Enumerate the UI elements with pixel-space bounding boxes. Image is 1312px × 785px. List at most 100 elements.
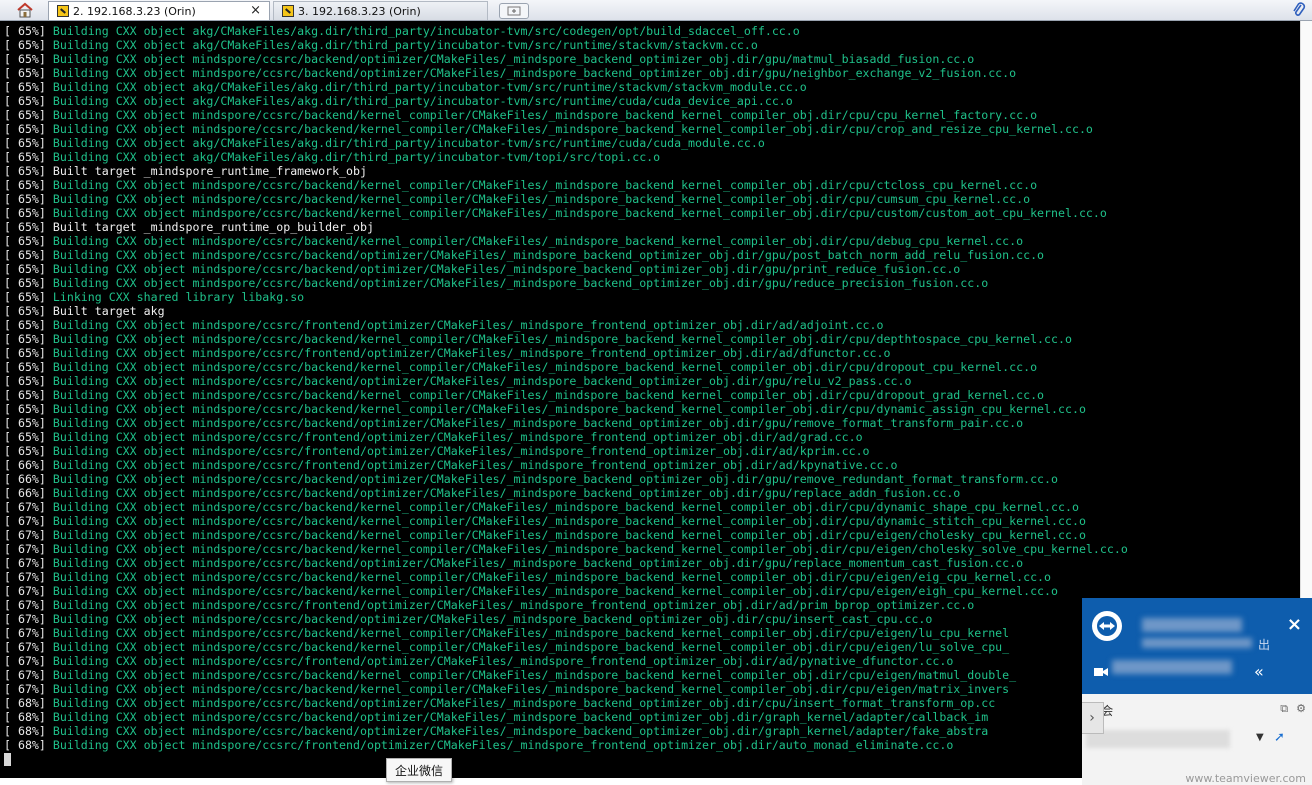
line-text: Building CXX object mindspore/ccsrc/back…: [52, 486, 961, 500]
progress-percent: [ 67%]: [4, 626, 46, 640]
progress-percent: [ 65%]: [4, 150, 46, 164]
terminal-line: [ 65%] Building CXX object mindspore/ccs…: [4, 416, 1128, 430]
progress-percent: [ 65%]: [4, 136, 46, 150]
line-text: Building CXX object mindspore/ccsrc/back…: [52, 570, 1052, 584]
tooltip-label: 企业微信: [395, 763, 444, 778]
tab-session-2[interactable]: 2. 192.168.3.23 (Orin) ×: [48, 1, 270, 20]
terminal-line: [ 67%] Building CXX object mindspore/ccs…: [4, 542, 1128, 556]
line-text: Building CXX object mindspore/ccsrc/back…: [52, 416, 1024, 430]
progress-percent: [ 67%]: [4, 570, 46, 584]
line-text: Building CXX object mindspore/ccsrc/back…: [52, 108, 1038, 122]
home-icon: [17, 2, 33, 18]
teamviewer-footer[interactable]: www.teamviewer.com: [1185, 772, 1306, 785]
terminal-line: [ 65%] Building CXX object mindspore/ccs…: [4, 318, 1128, 332]
line-text: Built target _mindspore_runtime_framewor…: [52, 164, 367, 178]
line-text: Building CXX object mindspore/ccsrc/back…: [52, 584, 1058, 598]
line-text: Building CXX object mindspore/ccsrc/back…: [52, 360, 1038, 374]
collapse-chevron-icon[interactable]: «: [1254, 662, 1264, 681]
terminal-line: [ 68%] Building CXX object mindspore/ccs…: [4, 738, 1128, 752]
progress-percent: [ 65%]: [4, 206, 46, 220]
new-tab-button[interactable]: [499, 3, 529, 19]
line-text: Building CXX object mindspore/ccsrc/back…: [52, 500, 1079, 514]
progress-percent: [ 65%]: [4, 332, 46, 346]
camera-icon[interactable]: [1094, 666, 1108, 680]
line-text: Building CXX object akg/CMakeFiles/akg.d…: [52, 80, 807, 94]
line-text: Building CXX object mindspore/ccsrc/back…: [52, 514, 1086, 528]
home-button[interactable]: [6, 1, 44, 19]
progress-percent: [ 65%]: [4, 388, 46, 402]
close-icon[interactable]: ×: [1287, 614, 1302, 635]
teamviewer-side-tab[interactable]: ›: [1082, 702, 1104, 734]
line-text: Building CXX object mindspore/ccsrc/fron…: [52, 430, 863, 444]
progress-percent: [ 66%]: [4, 472, 46, 486]
progress-percent: [ 67%]: [4, 542, 46, 556]
progress-percent: [ 65%]: [4, 178, 46, 192]
progress-percent: [ 65%]: [4, 94, 46, 108]
tab-label: 2. 192.168.3.23 (Orin): [73, 4, 196, 18]
progress-percent: [ 65%]: [4, 164, 46, 178]
line-text: Building CXX object mindspore/ccsrc/fron…: [52, 346, 891, 360]
line-text: Building CXX object mindspore/ccsrc/back…: [52, 472, 1058, 486]
progress-percent: [ 66%]: [4, 486, 46, 500]
progress-percent: [ 65%]: [4, 374, 46, 388]
terminal-line: [ 65%] Built target _mindspore_runtime_o…: [4, 220, 1128, 234]
terminal-line: [ 67%] Building CXX object mindspore/ccs…: [4, 556, 1128, 570]
progress-percent: [ 67%]: [4, 500, 46, 514]
progress-percent: [ 65%]: [4, 38, 46, 52]
terminal-line: [ 65%] Building CXX object akg/CMakeFile…: [4, 136, 1128, 150]
progress-percent: [ 65%]: [4, 108, 46, 122]
progress-percent: [ 65%]: [4, 318, 46, 332]
redacted-id: [1142, 638, 1252, 648]
terminal-line: [ 65%] Building CXX object akg/CMakeFile…: [4, 150, 1128, 164]
terminal-line: [ 65%] Building CXX object mindspore/ccs…: [4, 248, 1128, 262]
settings-icon[interactable]: ⚙: [1296, 702, 1306, 716]
pointer-icon[interactable]: ➚: [1274, 730, 1285, 745]
line-text: Building CXX object mindspore/ccsrc/back…: [52, 276, 989, 290]
line-text: Building CXX object akg/CMakeFiles/akg.d…: [52, 38, 758, 52]
terminal-line: [ 65%] Building CXX object mindspore/ccs…: [4, 346, 1128, 360]
line-text: Building CXX object mindspore/ccsrc/back…: [52, 192, 1031, 206]
teamviewer-body: ▼ 会 ⧉ ⚙ ▼ ➚ www.teamviewer.com: [1082, 694, 1312, 785]
terminal-line: [ 66%] Building CXX object mindspore/ccs…: [4, 458, 1128, 472]
terminal-line: [ 65%] Building CXX object mindspore/ccs…: [4, 402, 1128, 416]
line-text: Built target akg: [52, 304, 165, 318]
close-tab-icon[interactable]: ×: [250, 3, 261, 18]
terminal-line: [ 65%] Linking CXX shared library libakg…: [4, 290, 1128, 304]
line-text: Building CXX object mindspore/ccsrc/back…: [52, 696, 996, 710]
terminal-line: [ 67%] Building CXX object mindspore/ccs…: [4, 584, 1128, 598]
terminal-line: [ 68%] Building CXX object mindspore/ccs…: [4, 696, 1128, 710]
progress-percent: [ 67%]: [4, 556, 46, 570]
terminal-line: [ 67%] Building CXX object mindspore/ccs…: [4, 514, 1128, 528]
progress-percent: [ 67%]: [4, 654, 46, 668]
redacted-name: [1142, 618, 1242, 632]
tab-session-3[interactable]: 3. 192.168.3.23 (Orin): [273, 1, 488, 20]
progress-percent: [ 67%]: [4, 640, 46, 654]
terminal-line: [ 65%] Building CXX object akg/CMakeFile…: [4, 38, 1128, 52]
terminal-line: [ 65%] Building CXX object mindspore/ccs…: [4, 430, 1128, 444]
terminal-line: [ 67%] Building CXX object mindspore/ccs…: [4, 640, 1128, 654]
popout-icon[interactable]: ⧉: [1280, 702, 1288, 716]
progress-percent: [ 65%]: [4, 262, 46, 276]
dropdown-arrow-icon[interactable]: ▼: [1256, 732, 1264, 743]
terminal-line: [ 65%] Building CXX object mindspore/ccs…: [4, 262, 1128, 276]
attach-button[interactable]: [1292, 1, 1306, 19]
line-text: Building CXX object mindspore/ccsrc/back…: [52, 556, 1024, 570]
progress-percent: [ 68%]: [4, 738, 46, 752]
terminal-line: [ 65%] Building CXX object mindspore/ccs…: [4, 374, 1128, 388]
line-text: Building CXX object akg/CMakeFiles/akg.d…: [52, 94, 793, 108]
line-text: Building CXX object mindspore/ccsrc/back…: [52, 542, 1128, 556]
terminal-line: [ 67%] Building CXX object mindspore/ccs…: [4, 570, 1128, 584]
terminal-line: [ 67%] Building CXX object mindspore/ccs…: [4, 682, 1128, 696]
progress-percent: [ 65%]: [4, 80, 46, 94]
line-text: Building CXX object mindspore/ccsrc/back…: [52, 402, 1086, 416]
line-text: Building CXX object mindspore/ccsrc/back…: [52, 668, 1017, 682]
line-text: Building CXX object mindspore/ccsrc/back…: [52, 724, 989, 738]
line-text: Building CXX object mindspore/ccsrc/back…: [52, 626, 1010, 640]
progress-percent: [ 65%]: [4, 66, 46, 80]
terminal-line: [ 65%] Building CXX object mindspore/ccs…: [4, 122, 1128, 136]
terminal-line: [ 65%] Building CXX object mindspore/ccs…: [4, 388, 1128, 402]
line-text: Building CXX object mindspore/ccsrc/fron…: [52, 318, 884, 332]
terminal-line: [ 67%] Building CXX object mindspore/ccs…: [4, 626, 1128, 640]
progress-percent: [ 65%]: [4, 276, 46, 290]
terminal-line: [ 65%] Building CXX object mindspore/ccs…: [4, 192, 1128, 206]
